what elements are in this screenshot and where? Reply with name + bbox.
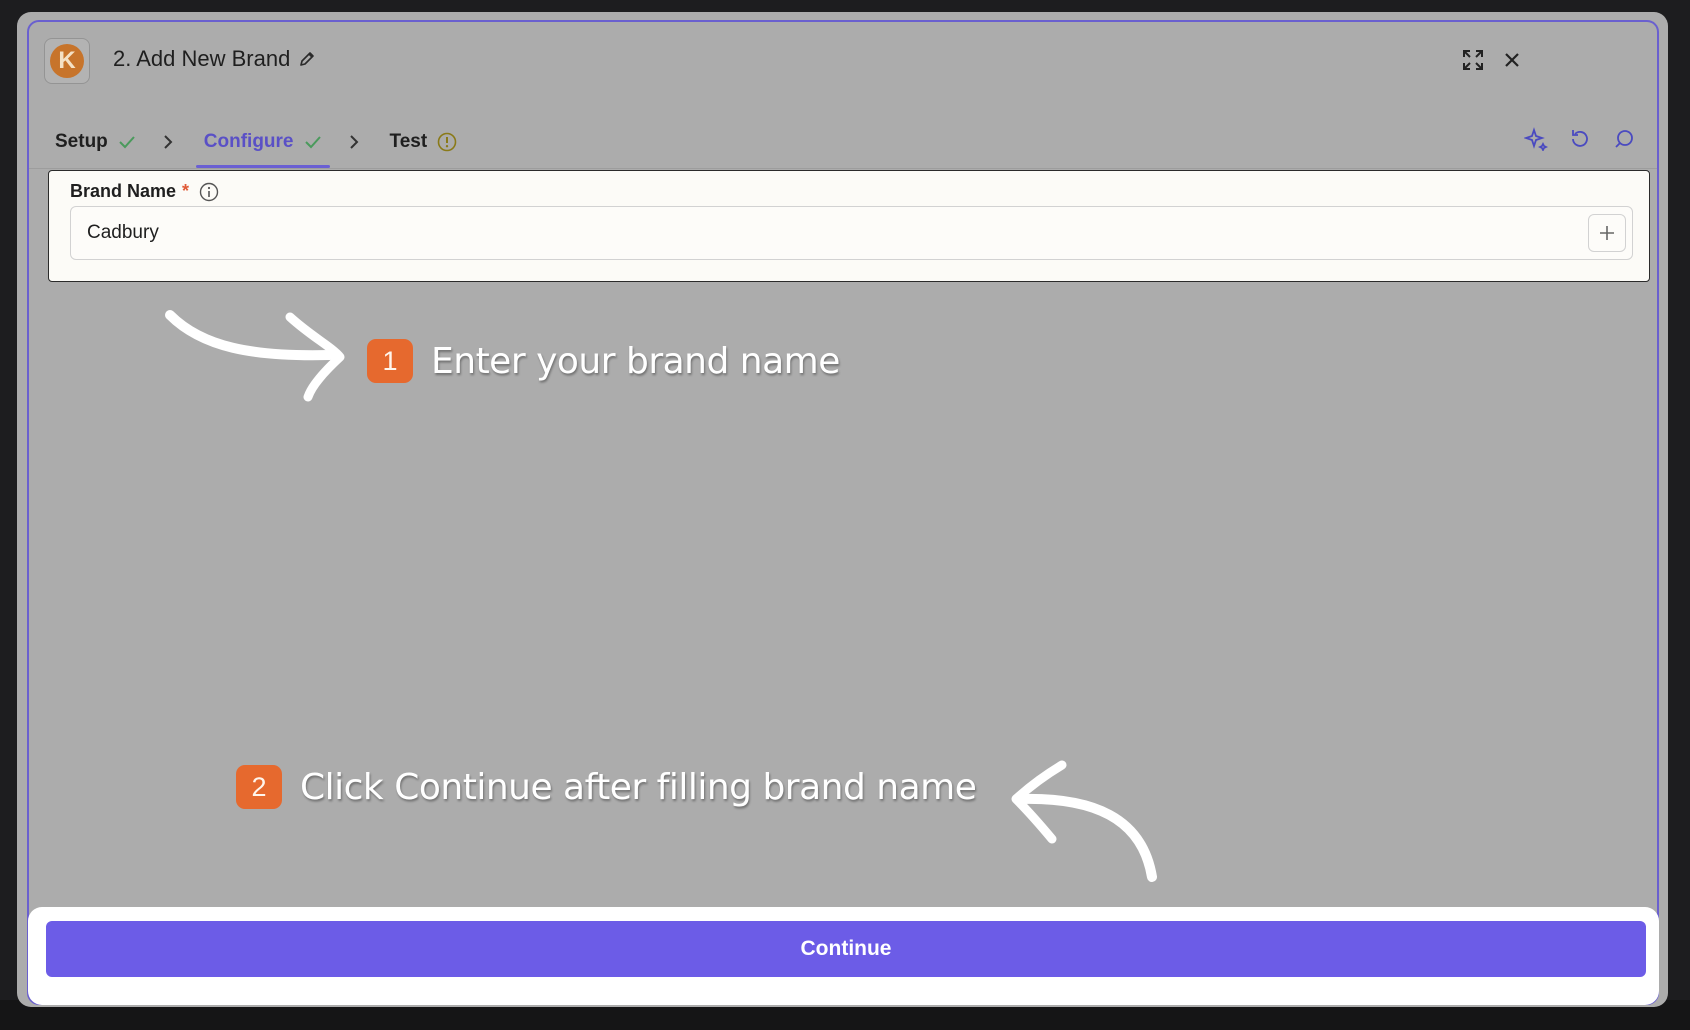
sparkle-icon [1524, 127, 1548, 151]
tab-configure[interactable]: Configure [195, 116, 330, 168]
annotation-step-2: 2 Click Continue after filling brand nam… [236, 765, 977, 809]
chevron-right-icon [348, 134, 360, 150]
tab-test[interactable]: Test [382, 116, 466, 168]
modal-footer: Continue [28, 907, 1659, 1005]
required-mark: * [182, 181, 190, 201]
brand-name-label: Brand Name [70, 181, 177, 201]
comment-icon [1615, 130, 1633, 148]
brand-name-label-row: Brand Name * [70, 181, 219, 202]
step-tabs: Setup Configure Test [47, 116, 1638, 168]
tabs-divider [27, 168, 1658, 169]
tab-label: Setup [55, 131, 108, 152]
close-icon [1505, 53, 1519, 67]
app-logo: K [44, 38, 90, 84]
pencil-icon [300, 52, 315, 66]
tab-setup[interactable]: Setup [47, 116, 144, 168]
check-icon [119, 136, 135, 149]
warning-circle-icon [437, 132, 457, 152]
insert-data-button[interactable] [1588, 214, 1626, 252]
plus-icon [1600, 226, 1614, 240]
logo-icon: K [50, 44, 84, 78]
comment-button[interactable] [1610, 125, 1638, 153]
tab-label: Test [389, 131, 428, 152]
continue-button[interactable]: Continue [46, 921, 1646, 977]
refresh-button[interactable] [1566, 125, 1594, 153]
info-icon [199, 182, 219, 201]
step-2-badge: 2 [236, 765, 282, 809]
annotation-step-1: 1 Enter your brand name [367, 339, 840, 383]
add-brand-modal: K 2. Add New Brand Setup Configure Test … [17, 12, 1668, 1007]
expand-icon [1463, 50, 1483, 70]
step-2-text: Click Continue after filling brand name [300, 766, 977, 808]
modal-header: K 2. Add New Brand [17, 12, 1668, 106]
refresh-icon [1572, 130, 1588, 147]
brand-name-value: Cadbury [87, 222, 159, 243]
arrow-left-annotation [1011, 760, 1157, 882]
chevron-right-icon [162, 134, 174, 150]
close-button[interactable] [1498, 46, 1526, 74]
ai-sparkle-button[interactable] [1522, 125, 1550, 153]
page-title: 2. Add New Brand [113, 46, 316, 72]
check-icon [304, 136, 321, 149]
tab-label: Configure [203, 131, 294, 152]
arrow-right-annotation [165, 310, 345, 402]
step-1-badge: 1 [367, 339, 413, 383]
step-title: 2. Add New Brand [113, 46, 291, 71]
brand-name-input[interactable]: Cadbury [70, 206, 1633, 260]
expand-button[interactable] [1459, 46, 1487, 74]
toolbar [1522, 125, 1638, 153]
edit-title-button[interactable] [298, 50, 316, 68]
brand-form: Brand Name * Cadbury [48, 170, 1650, 282]
step-1-text: Enter your brand name [431, 340, 840, 382]
